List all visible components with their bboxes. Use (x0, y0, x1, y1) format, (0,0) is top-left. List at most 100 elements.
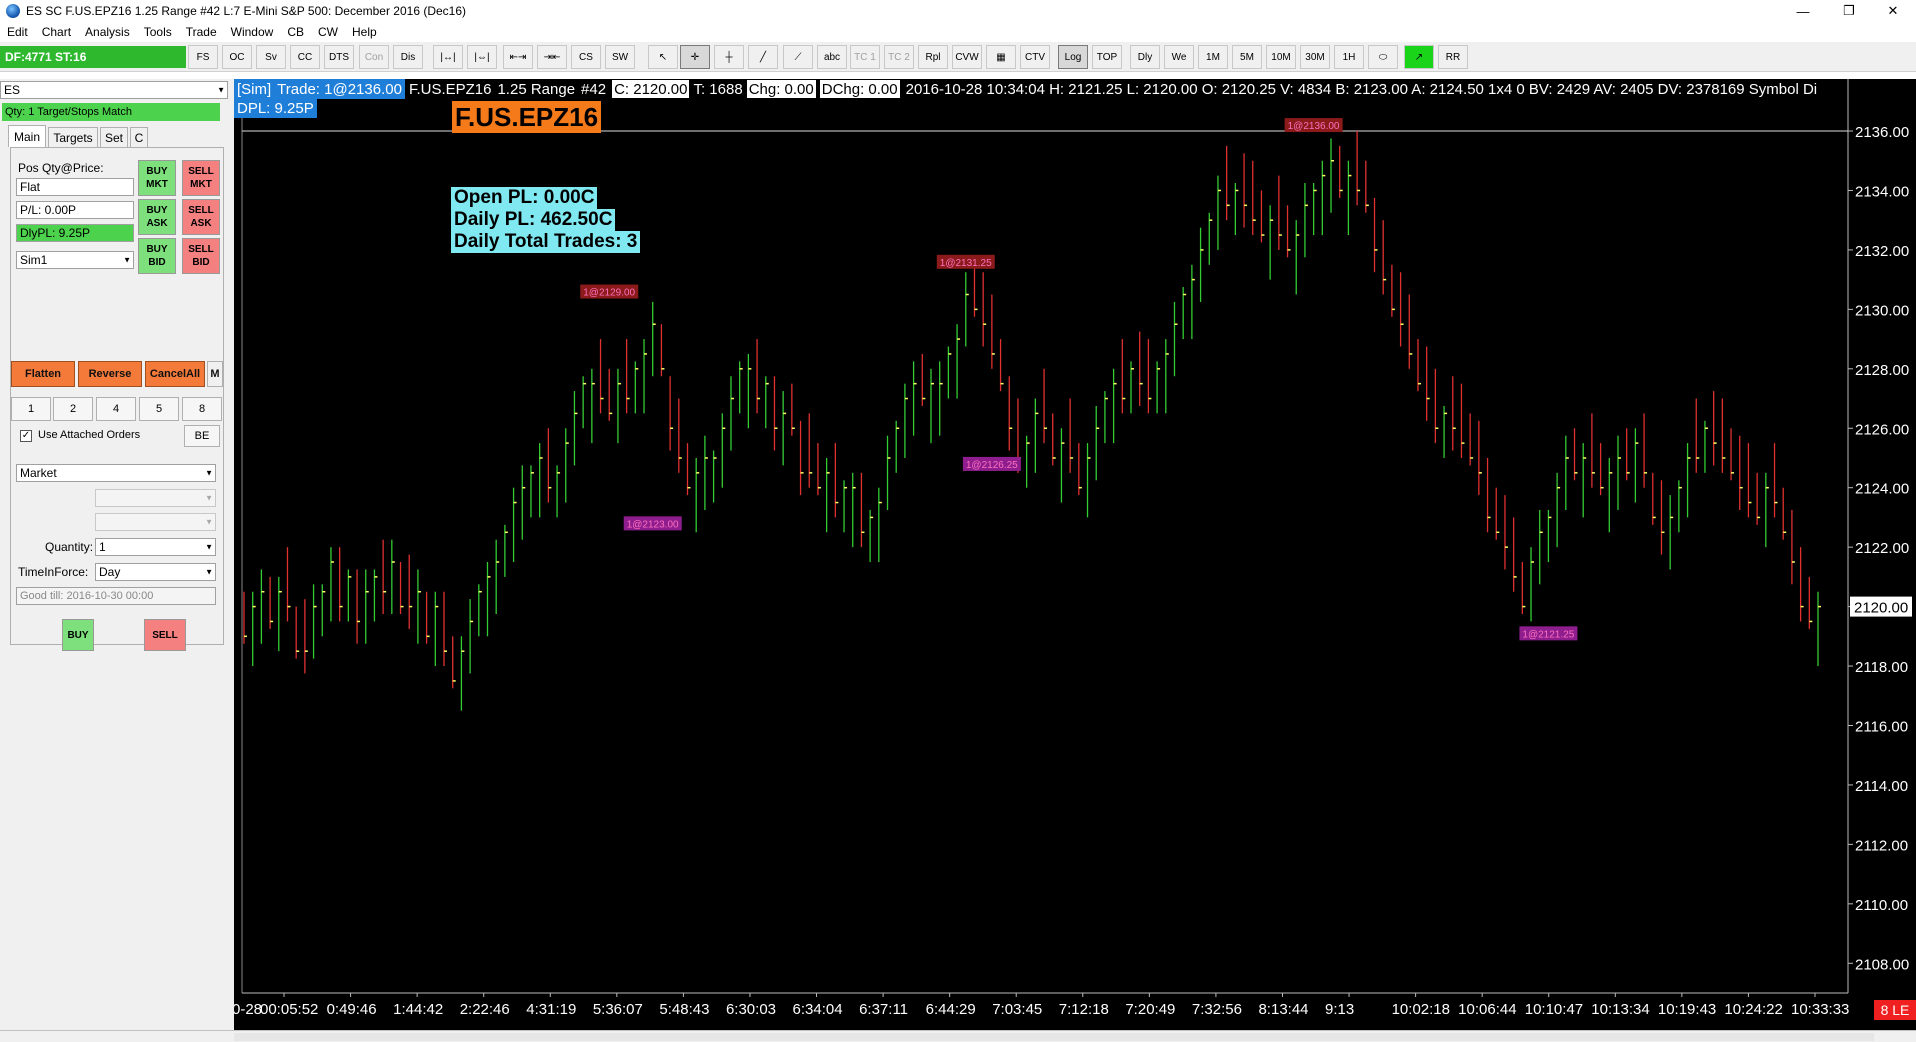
pl-field: P/L: 0.00P (16, 201, 134, 219)
daily-change-value: DChg: 0.00 (819, 80, 900, 98)
menu-chart[interactable]: Chart (35, 25, 78, 39)
y-tick-label: 2136.00 (1855, 124, 1909, 141)
toolbar-button-4[interactable]: DTS (324, 45, 354, 69)
flatten-button[interactable]: Flatten (11, 361, 75, 387)
toolbar-button-10[interactable]: ⇥⇤ (537, 45, 567, 69)
toolbar-button-35[interactable]: ↗ (1404, 45, 1434, 69)
account-value: Sim1 (20, 253, 48, 267)
use-attached-checkbox[interactable]: ✓ (20, 430, 32, 442)
buy-ask-button[interactable]: BUY ASK (138, 199, 176, 235)
sell-button[interactable]: SELL (144, 619, 186, 651)
qty-5-button[interactable]: 5 (139, 397, 179, 421)
toolbar-button-20[interactable]: TC 2 (884, 45, 914, 69)
window-title: ES SC F.US.EPZ16 1.25 Range #42 L:7 E-Mi… (26, 4, 467, 18)
toolbar-button-1[interactable]: OC (222, 45, 252, 69)
menu-tools[interactable]: Tools (137, 25, 179, 39)
toolbar-button-16[interactable]: ╱ (748, 45, 778, 69)
chart-range: 1.25 Range (497, 80, 576, 98)
toolbar-button-31[interactable]: 10M (1266, 45, 1296, 69)
toolbar-button-27[interactable]: Dly (1130, 45, 1160, 69)
x-tick-label: 10:19:43 (1658, 1001, 1716, 1018)
menu-cw[interactable]: CW (311, 25, 345, 39)
toolbar-button-34[interactable]: ⬭ (1368, 45, 1398, 69)
menu-trade[interactable]: Trade (179, 25, 224, 39)
y-tick-label: 2110.00 (1855, 897, 1908, 914)
qty-8-button[interactable]: 8 (182, 397, 222, 421)
toolbar-button-15[interactable]: ┼ (714, 45, 744, 69)
sell-ask-button[interactable]: SELL ASK (182, 199, 220, 235)
last-trade-info: Trade: 1@2136.00 (274, 79, 405, 99)
pos-qty-label: Pos Qty@Price: (18, 161, 104, 175)
qty-1-button[interactable]: 1 (11, 397, 51, 421)
reverse-button[interactable]: Reverse (78, 361, 142, 387)
toolbar-button-33[interactable]: 1H (1334, 45, 1364, 69)
toolbar-button-3[interactable]: CC (290, 45, 320, 69)
menu-cb[interactable]: CB (280, 25, 311, 39)
toolbar-button-23[interactable]: ▦ (986, 45, 1016, 69)
chart-bar-count: #42 (581, 80, 607, 98)
trade-marker-label: 1@2129.00 (583, 288, 635, 299)
toolbar-button-22[interactable]: CVW (952, 45, 982, 69)
tab-set[interactable]: Set (100, 127, 128, 147)
buy-button[interactable]: BUY (62, 619, 94, 651)
sell-bid-button[interactable]: SELL BID (182, 238, 220, 274)
menu-window[interactable]: Window (224, 25, 281, 39)
toolbar-button-9[interactable]: ⇤⇥ (503, 45, 533, 69)
x-tick-label: 4:31:19 (526, 1001, 576, 1018)
toolbar-button-6[interactable]: Dis (393, 45, 423, 69)
tab-c[interactable]: C (130, 127, 148, 147)
toolbar-button-2[interactable]: Sv (256, 45, 286, 69)
m-button[interactable]: M (207, 361, 223, 387)
chevron-down-icon: ▼ (205, 542, 213, 552)
menu-help[interactable]: Help (345, 25, 384, 39)
toolbar-button-28[interactable]: We (1164, 45, 1194, 69)
toolbar-button-29[interactable]: 1M (1198, 45, 1228, 69)
quantity-select[interactable]: 1 ▼ (95, 538, 216, 556)
toolbar-button-14[interactable]: ✛ (680, 45, 710, 69)
order-type-select[interactable]: Market ▼ (16, 464, 216, 482)
daily-total-trades: Daily Total Trades: 3 (451, 231, 641, 253)
toolbar-button-24[interactable]: CTV (1020, 45, 1050, 69)
account-select[interactable]: Sim1 ▼ (16, 251, 134, 269)
restore-button[interactable]: ❐ (1826, 0, 1872, 22)
menu-analysis[interactable]: Analysis (78, 25, 137, 39)
tab-targets[interactable]: Targets (48, 127, 98, 147)
toolbar-button-25[interactable]: Log (1058, 45, 1088, 69)
chart-info-bar: [Sim] Trade: 1@2136.00 F.US.EPZ16 1.25 R… (234, 79, 1916, 99)
tif-select[interactable]: Day ▼ (95, 563, 216, 581)
sell-market-button[interactable]: SELL MKT (182, 160, 220, 196)
y-tick-label: 2132.00 (1855, 243, 1909, 260)
toolbar-button-11[interactable]: CS (571, 45, 601, 69)
toolbar-button-7[interactable]: |↔| (433, 45, 463, 69)
toolbar-button-12[interactable]: SW (605, 45, 635, 69)
scrollbar-track[interactable] (234, 1033, 1874, 1041)
menu-edit[interactable]: Edit (0, 25, 35, 39)
toolbar-button-17[interactable]: ⟋ (783, 45, 813, 69)
close-button[interactable]: ✕ (1870, 0, 1916, 22)
toolbar-button-18[interactable]: abc (817, 45, 847, 69)
chart-symbol: F.US.EPZ16 (408, 80, 492, 98)
toolbar-button-8[interactable]: |⇔| (467, 45, 497, 69)
qty-2-button[interactable]: 2 (53, 397, 93, 421)
buy-bid-button[interactable]: BUY BID (138, 238, 176, 274)
trade-window: ES ▼ Qty: 1 Target/Stops Match Main Targ… (0, 79, 234, 1030)
toolbar-button-21[interactable]: Rpl (918, 45, 948, 69)
toolbar-button-5[interactable]: Con (359, 45, 389, 69)
toolbar-button-30[interactable]: 5M (1232, 45, 1262, 69)
toolbar-button-36[interactable]: RR (1438, 45, 1468, 69)
toolbar-button-0[interactable]: FS (188, 45, 218, 69)
toolbar-button-19[interactable]: TC 1 (850, 45, 880, 69)
cancel-all-button[interactable]: CancelAll (145, 361, 205, 387)
qty-4-button[interactable]: 4 (96, 397, 136, 421)
toolbar-button-32[interactable]: 30M (1300, 45, 1330, 69)
buy-market-button[interactable]: BUY MKT (138, 160, 176, 196)
tab-main[interactable]: Main (8, 125, 46, 147)
title-bar: ES SC F.US.EPZ16 1.25 Range #42 L:7 E-Mi… (0, 0, 1916, 22)
price-chart[interactable]: 2136.00 2134.00 2132.00 2130.00 2128.00 2126.… (234, 79, 1916, 1030)
minimize-button[interactable]: — (1780, 0, 1826, 22)
toolbar-button-26[interactable]: TOP (1092, 45, 1122, 69)
bottom-scrollbar[interactable] (0, 1030, 1916, 1042)
symbol-select[interactable]: ES ▼ (0, 81, 228, 99)
break-even-button[interactable]: BE (184, 425, 220, 447)
toolbar-button-13[interactable]: ↖ (648, 45, 678, 69)
